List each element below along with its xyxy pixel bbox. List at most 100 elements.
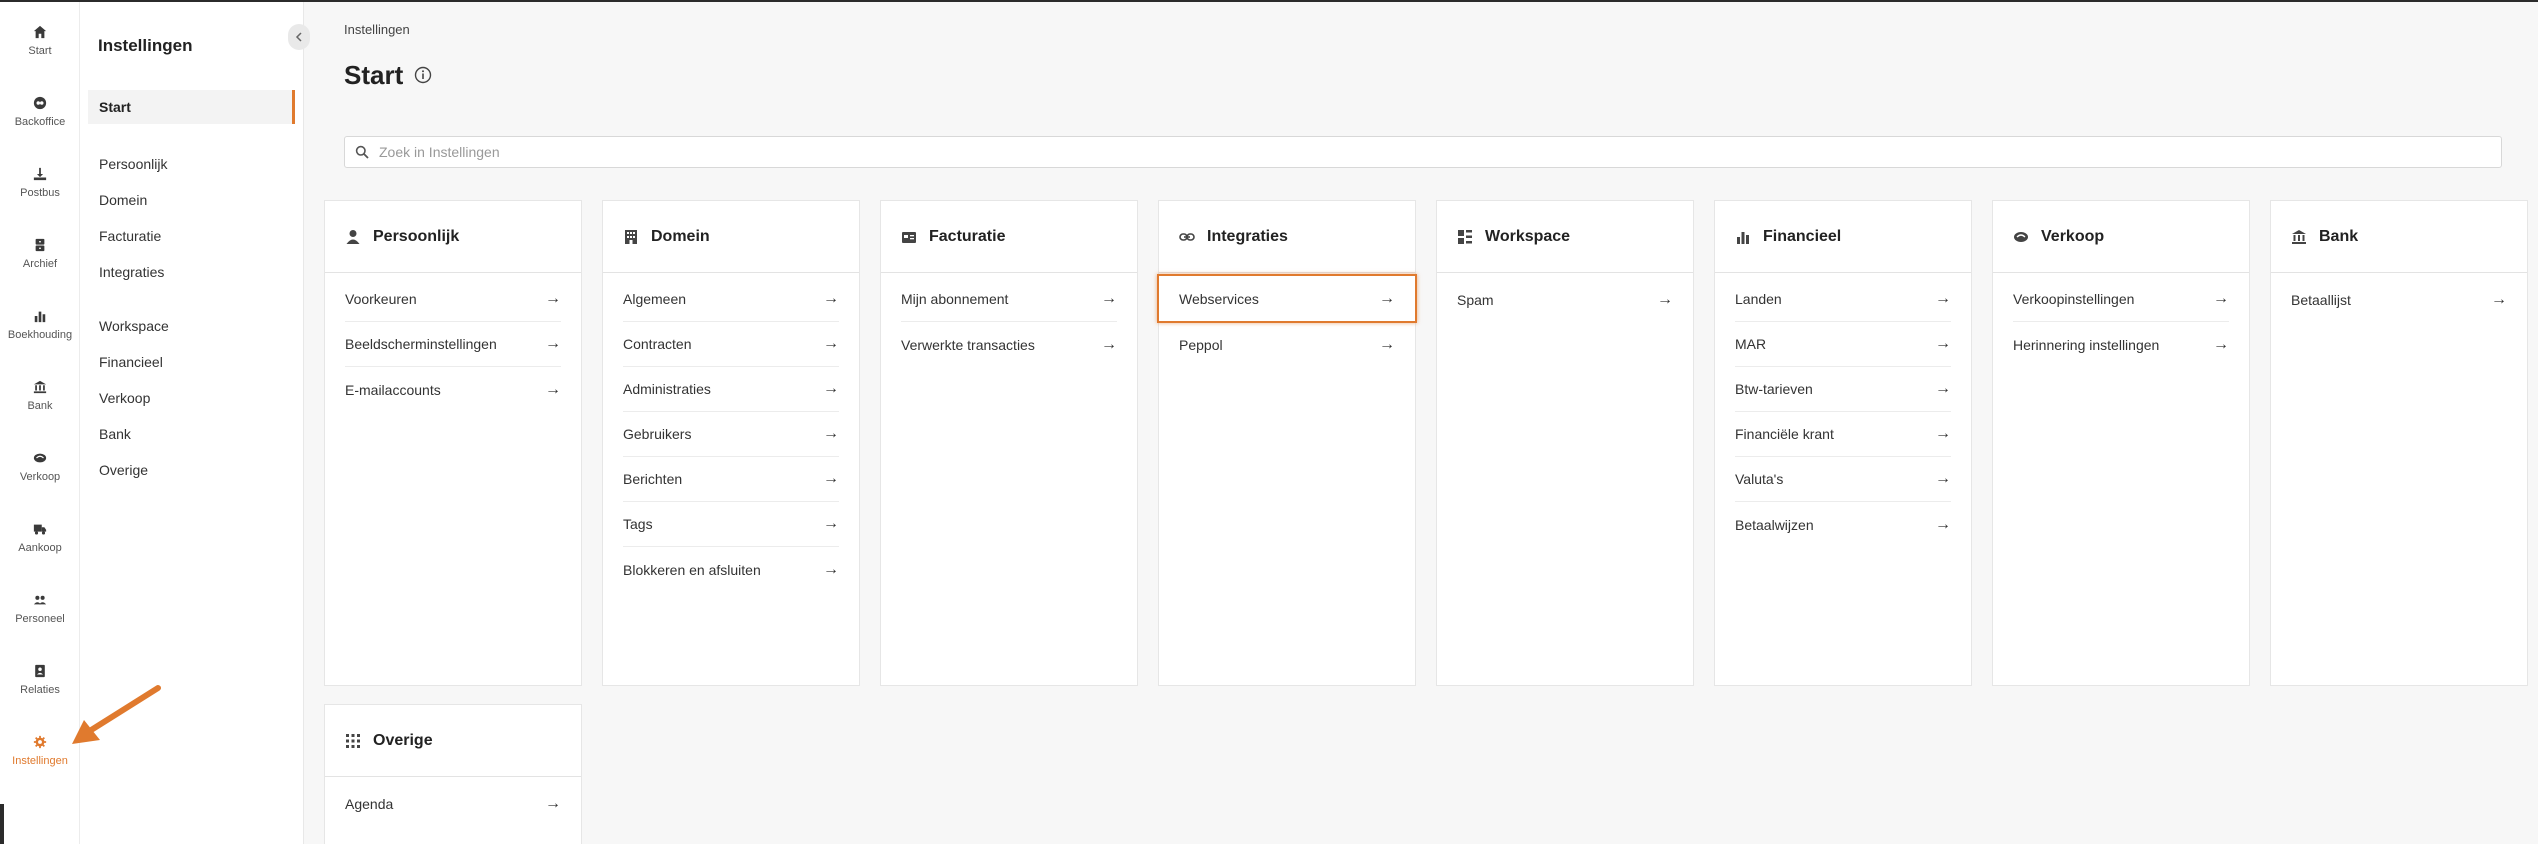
link-gebruikers[interactable]: Gebruikers → [623, 412, 839, 457]
link-verkoopinstellingen[interactable]: Verkoopinstellingen → [2013, 277, 2229, 322]
subnav-item-financieel[interactable]: Financieel [99, 354, 163, 370]
row-label: MAR [1735, 336, 1767, 352]
rail-item-personeel[interactable]: Personeel [0, 578, 80, 638]
row-label: Contracten [623, 336, 692, 352]
row-label: Gebruikers [623, 426, 692, 442]
card-persoonlijk: Persoonlijk Voorkeuren → Beeldscherminste… [324, 200, 582, 686]
person-icon [345, 229, 361, 245]
row-label: Spam [1457, 291, 1494, 308]
link-peppol[interactable]: Peppol → [1179, 322, 1395, 367]
link-mijn-abonnement[interactable]: Mijn abonnement → [901, 277, 1117, 322]
card-header: Financieel [1715, 201, 1971, 273]
subnav-item-start[interactable]: Start [88, 90, 295, 124]
row-label: Valuta's [1735, 471, 1784, 487]
subnav-item-integraties[interactable]: Integraties [99, 264, 164, 280]
inbox-icon [32, 166, 48, 182]
info-icon[interactable] [414, 66, 432, 84]
card-title: Financieel [1763, 227, 1842, 245]
building-icon [623, 229, 639, 245]
search-input[interactable] [379, 144, 2479, 160]
row-label: Mijn abonnement [901, 291, 1009, 307]
row-label: Administraties [623, 381, 711, 397]
link-icon [1179, 229, 1195, 245]
page-title: Start [344, 60, 404, 90]
card-integraties: Integraties Webservices → Peppol → [1157, 200, 1417, 686]
link-valutas[interactable]: Valuta's → [1735, 457, 1951, 502]
subnav-item-overige[interactable]: Overige [99, 462, 148, 478]
link-financiele-krant[interactable]: Financiële krant → [1735, 412, 1951, 457]
rail-item-postbus[interactable]: Postbus [0, 152, 80, 212]
subnav-title: Instellingen [98, 36, 193, 55]
arrow-right-icon: → [823, 560, 839, 578]
subnav-item-facturatie[interactable]: Facturatie [99, 228, 161, 244]
card-header: Facturatie [881, 201, 1137, 273]
link-voorkeuren[interactable]: Voorkeuren → [345, 277, 561, 322]
rail-item-aankoop[interactable]: Aankoop [0, 507, 80, 567]
handshake-icon [2013, 229, 2029, 245]
subnav-item-domein[interactable]: Domein [99, 192, 147, 208]
card-title: Persoonlijk [373, 227, 460, 245]
arrow-right-icon: → [823, 335, 839, 352]
breadcrumb[interactable]: Instellingen [344, 22, 410, 37]
card-facturatie: Facturatie Mijn abonnement → Verwerkte tr… [880, 200, 1138, 686]
link-mar[interactable]: MAR → [1735, 322, 1951, 367]
rail-item-start[interactable]: Start [0, 10, 80, 70]
main-content: Instellingen Start Persoonlijk Voorkeure… [304, 2, 2538, 844]
link-betaallijst[interactable]: Betaallijst → [2291, 277, 2507, 322]
rail-label: Aankoop [18, 541, 62, 554]
link-webservices[interactable]: Webservices → [1157, 274, 1417, 323]
row-label: Financiële krant [1735, 426, 1834, 442]
arrow-right-icon: → [2213, 290, 2229, 307]
link-berichten[interactable]: Berichten → [623, 457, 839, 502]
row-label: Tags [623, 516, 653, 532]
link-verwerkte-transacties[interactable]: Verwerkte transacties → [901, 322, 1117, 367]
row-label: Verkoopinstellingen [2013, 291, 2135, 307]
people-icon [32, 592, 48, 608]
link-administraties[interactable]: Administraties → [623, 367, 839, 412]
link-blokkeren-en-afsluiten[interactable]: Blokkeren en afsluiten → [623, 547, 839, 592]
rail-label: Relaties [20, 683, 60, 696]
card-header: Overige [325, 705, 581, 777]
search-field[interactable] [344, 136, 2502, 168]
link-betaalwijzen[interactable]: Betaalwijzen → [1735, 502, 1951, 547]
link-agenda[interactable]: Agenda → [345, 781, 561, 826]
rail-item-relaties[interactable]: Relaties [0, 649, 80, 709]
subnav-item-bank[interactable]: Bank [99, 426, 131, 442]
card-header: Verkoop [1993, 201, 2249, 273]
link-tags[interactable]: Tags → [623, 502, 839, 547]
rail-item-verkoop[interactable]: Verkoop [0, 436, 80, 496]
arrow-right-icon: → [1935, 470, 1951, 487]
row-label: Blokkeren en afsluiten [623, 561, 761, 578]
arrow-right-icon: → [545, 380, 561, 398]
link-beeldscherminstellingen[interactable]: Beeldscherminstellingen → [345, 322, 561, 367]
subnav-item-workspace[interactable]: Workspace [99, 318, 169, 334]
rail-item-instellingen[interactable]: Instellingen [0, 720, 80, 780]
arrow-right-icon: → [1379, 290, 1395, 307]
subnav-item-persoonlijk[interactable]: Persoonlijk [99, 156, 167, 172]
arrow-right-icon: → [1101, 290, 1117, 307]
rail-item-boekhouding[interactable]: Boekhouding [0, 294, 80, 354]
arrow-right-icon: → [1935, 290, 1951, 307]
arrow-right-icon: → [2491, 290, 2507, 308]
row-label: Voorkeuren [345, 291, 417, 307]
link-contracten[interactable]: Contracten → [623, 322, 839, 367]
link-spam[interactable]: Spam → [1457, 277, 1673, 322]
gear-icon [32, 734, 48, 750]
link-e-mailaccounts[interactable]: E-mailaccounts → [345, 367, 561, 412]
link-algemeen[interactable]: Algemeen → [623, 277, 839, 322]
contacts-icon [32, 663, 48, 679]
link-landen[interactable]: Landen → [1735, 277, 1951, 322]
row-label: Peppol [1179, 336, 1223, 353]
link-herinnering-instellingen[interactable]: Herinnering instellingen → [2013, 322, 2229, 367]
arrow-right-icon: → [1379, 335, 1395, 353]
link-btw-tarieven[interactable]: Btw-tarieven → [1735, 367, 1951, 412]
subnav-item-verkoop[interactable]: Verkoop [99, 390, 150, 406]
rail-item-backoffice[interactable]: Backoffice [0, 81, 80, 141]
arrow-right-icon: → [1935, 335, 1951, 352]
row-label: Beeldscherminstellingen [345, 336, 497, 352]
rail-item-bank[interactable]: Bank [0, 365, 80, 425]
row-label: Betaalwijzen [1735, 516, 1814, 533]
rail-label: Archief [22, 257, 58, 270]
rail-item-archief[interactable]: Archief [0, 223, 80, 283]
card-title: Integraties [1207, 227, 1288, 245]
